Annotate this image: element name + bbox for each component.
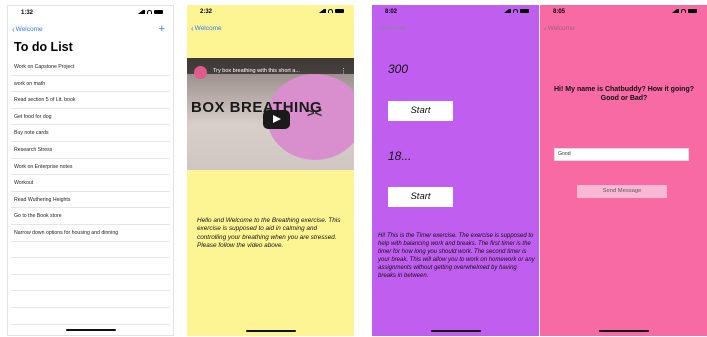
- page-title: To do List: [14, 40, 73, 54]
- video-player[interactable]: >< BOX BREATHING Try box breathing with …: [187, 58, 354, 170]
- status-icons: [319, 9, 344, 13]
- breathing-description: Hello and Welcome to the Breathing exerc…: [197, 217, 341, 250]
- wifi-icon: [513, 9, 518, 13]
- todo-list: Work on Capstone Project work on math Re…: [11, 59, 170, 325]
- status-bar: 2:32: [187, 5, 354, 19]
- signal-icon: [138, 10, 145, 14]
- video-title[interactable]: Try box breathing with this short a...: [213, 68, 300, 74]
- list-item[interactable]: Work on Enterprise notes: [11, 159, 170, 176]
- empty-row: [11, 258, 170, 275]
- list-item[interactable]: Research Stress: [11, 142, 170, 159]
- back-label: Welcome: [194, 25, 222, 32]
- todo-screen: 1:32 ‹ Welcome + To do List Work on Caps…: [7, 5, 174, 336]
- empty-row: [11, 291, 170, 308]
- list-item[interactable]: Work on Capstone Project: [11, 59, 170, 76]
- status-time: 8:05: [553, 9, 566, 15]
- wifi-icon: [681, 9, 686, 13]
- list-item[interactable]: Go to the Book store: [11, 208, 170, 225]
- signal-icon: [319, 9, 326, 13]
- list-item[interactable]: Narrow down options for housing and dinn…: [11, 225, 170, 242]
- status-icons: [138, 10, 163, 14]
- home-indicator: [65, 329, 116, 331]
- back-button[interactable]: ‹ Welcome: [376, 23, 407, 33]
- back-label: Welcome: [547, 25, 575, 32]
- play-button[interactable]: [263, 110, 290, 129]
- wifi-icon: [328, 9, 333, 13]
- list-item[interactable]: Get food for dog: [11, 109, 170, 126]
- empty-row: [11, 275, 170, 292]
- more-icon[interactable]: ⋮: [340, 67, 347, 75]
- message-input[interactable]: Good: [554, 148, 689, 161]
- send-message-button[interactable]: Send Message: [577, 185, 667, 198]
- chevron-left-icon: ‹: [376, 23, 379, 33]
- status-bar: 1:32: [8, 6, 173, 20]
- list-item[interactable]: Read Wuthering Heights: [11, 192, 170, 209]
- status-icons: [504, 9, 529, 13]
- battery-icon: [154, 10, 163, 14]
- back-label: Welcome: [15, 26, 43, 33]
- status-bar: 8:05: [540, 5, 707, 19]
- signal-icon: [672, 9, 679, 13]
- list-item[interactable]: Read section 5 of Lit. book: [11, 92, 170, 109]
- status-icons: [672, 9, 697, 13]
- home-indicator: [598, 330, 649, 332]
- battery-icon: [688, 9, 697, 13]
- timer-screen: 8:02 ‹ Welcome 300 Start 18... Start Hi!…: [372, 5, 539, 336]
- list-item[interactable]: Workout: [11, 175, 170, 192]
- status-bar: 8:02: [372, 5, 539, 19]
- home-indicator: [245, 330, 296, 332]
- chatbot-message: Hi! My name is Chatbuddy? How it going? …: [554, 86, 694, 102]
- list-item[interactable]: Buy note cards: [11, 125, 170, 142]
- status-time: 8:02: [385, 9, 398, 15]
- battery-icon: [520, 9, 529, 13]
- empty-row: [11, 308, 170, 325]
- start-work-timer-button[interactable]: Start: [388, 101, 453, 121]
- back-label: Welcome: [379, 25, 407, 32]
- wifi-icon: [147, 10, 152, 14]
- empty-row: [11, 242, 170, 259]
- add-item-button[interactable]: +: [159, 23, 165, 35]
- list-item[interactable]: work on math: [11, 76, 170, 93]
- chevron-left-icon: ‹: [12, 24, 15, 34]
- channel-avatar[interactable]: [194, 66, 207, 79]
- chat-screen: 8:05 ‹ Welcome Hi! My name is Chatbuddy?…: [540, 5, 707, 336]
- battery-icon: [335, 9, 344, 13]
- back-button[interactable]: ‹ Welcome: [191, 23, 222, 33]
- break-timer-value: 18...: [388, 149, 412, 163]
- status-time: 2:32: [200, 9, 213, 15]
- video-overlay-text: BOX BREATHING: [191, 99, 323, 116]
- back-button[interactable]: ‹ Welcome: [12, 24, 43, 34]
- chevron-left-icon: ‹: [191, 23, 194, 33]
- work-timer-value: 300: [388, 62, 409, 76]
- breathing-screen: 2:32 ‹ Welcome >< BOX BREATHING Try box …: [187, 5, 354, 336]
- status-time: 1:32: [21, 10, 34, 16]
- timer-description: Hi! This is the Timer exercise. The exer…: [378, 233, 535, 279]
- home-indicator: [430, 330, 481, 332]
- back-button[interactable]: ‹ Welcome: [544, 23, 575, 33]
- chevron-left-icon: ‹: [544, 23, 547, 33]
- signal-icon: [504, 9, 511, 13]
- start-break-timer-button[interactable]: Start: [388, 187, 453, 207]
